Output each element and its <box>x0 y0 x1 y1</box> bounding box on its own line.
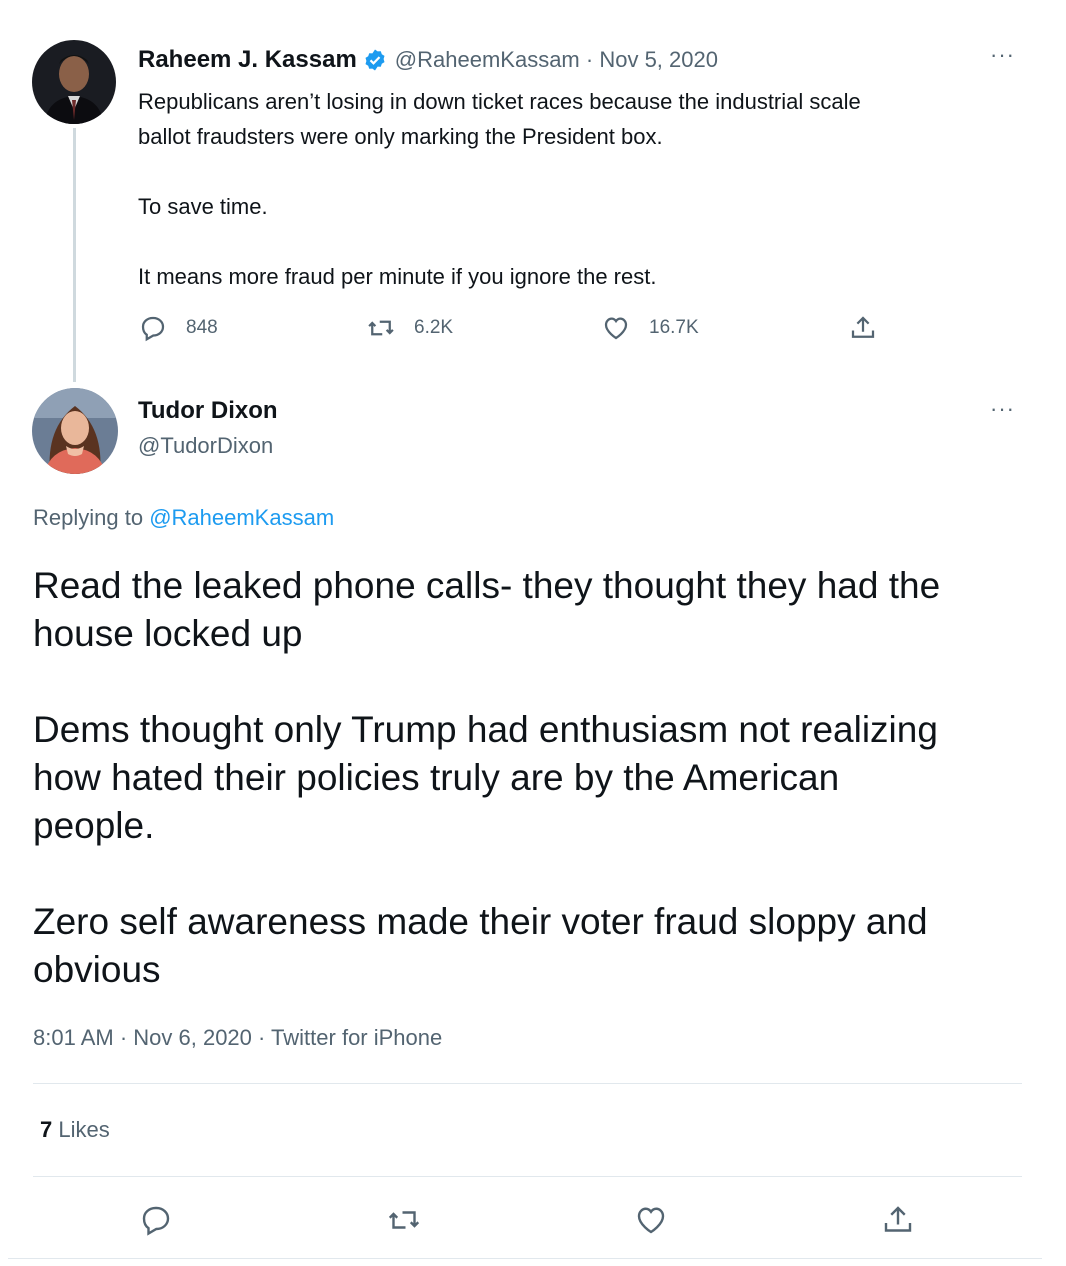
share-button[interactable] <box>848 313 896 343</box>
reply-icon <box>142 1206 170 1236</box>
like-button[interactable]: 16.7K <box>601 313 699 343</box>
retweet-button[interactable] <box>386 1202 422 1238</box>
tweet-line: ballot fraudsters were only marking the … <box>138 124 663 149</box>
like-button[interactable] <box>633 1202 669 1238</box>
tweet-line: Read the leaked phone calls- they though… <box>33 565 941 606</box>
tweet-line: It means more fraud per minute if you ig… <box>138 264 657 289</box>
tweet-date[interactable]: Nov 5, 2020 <box>599 47 718 73</box>
tweet-timestamp[interactable]: 8:01 AM · Nov 6, 2020 · Twitter for iPho… <box>33 1025 442 1051</box>
divider <box>8 1258 1042 1259</box>
tweet-line: people. <box>33 805 155 846</box>
tweet-line: house locked up <box>33 613 303 654</box>
share-button[interactable] <box>880 1202 916 1238</box>
header-separator: · <box>579 47 600 72</box>
parent-tweet-text: Republicans aren’t losing in down ticket… <box>138 84 1018 294</box>
like-icon <box>604 317 628 340</box>
replying-to-link[interactable]: @RaheemKassam <box>149 505 334 530</box>
likes-count: 7 <box>40 1117 53 1142</box>
likes-summary[interactable]: 7 Likes <box>40 1117 110 1143</box>
tweet-line: Zero self awareness made their voter fra… <box>33 901 928 942</box>
author-handle[interactable]: @RaheemKassam <box>395 47 580 73</box>
reply-button[interactable]: 848 <box>138 313 218 343</box>
avatar-tudor[interactable] <box>32 388 118 474</box>
tweet-line: To save time. <box>138 194 268 219</box>
tweet-line: how hated their policies truly are by th… <box>33 757 840 798</box>
avatar-image <box>32 40 116 124</box>
tweet-line: Dems thought only Trump had enthusiasm n… <box>33 709 938 750</box>
divider <box>33 1176 1022 1177</box>
author-name[interactable]: Raheem J. Kassam <box>138 46 357 74</box>
parent-tweet-header: Raheem J. Kassam @RaheemKassam · Nov 5, … <box>138 44 718 76</box>
verified-badge-icon <box>363 48 387 72</box>
retweet-button[interactable]: 6.2K <box>366 313 453 343</box>
avatar-raheem[interactable] <box>32 40 116 124</box>
like-icon <box>637 1207 665 1234</box>
replying-to: Replying to @RaheemKassam <box>33 505 334 531</box>
reply-button[interactable] <box>138 1202 174 1238</box>
author-handle[interactable]: @TudorDixon <box>138 433 273 459</box>
share-icon <box>884 1206 912 1232</box>
like-count: 16.7K <box>649 317 699 338</box>
likes-label: Likes <box>52 1117 110 1142</box>
retweet-icon <box>368 320 394 336</box>
author-name[interactable]: Tudor Dixon <box>138 397 278 425</box>
replying-prefix: Replying to <box>33 505 150 530</box>
more-options-icon[interactable]: ··· <box>990 42 1015 68</box>
more-options-icon[interactable]: ··· <box>990 396 1015 422</box>
retweet-count: 6.2K <box>414 317 454 338</box>
retweet-icon <box>388 1211 420 1229</box>
avatar-image <box>32 388 118 474</box>
tweet-line: Republicans aren’t losing in down ticket… <box>138 89 861 114</box>
tweet-line: obvious <box>33 949 161 990</box>
divider <box>33 1083 1022 1084</box>
share-icon <box>851 316 875 338</box>
main-tweet-text: Read the leaked phone calls- they though… <box>33 562 1033 994</box>
reply-count: 848 <box>186 317 218 338</box>
reply-icon <box>141 316 165 342</box>
thread-connector <box>73 128 76 382</box>
